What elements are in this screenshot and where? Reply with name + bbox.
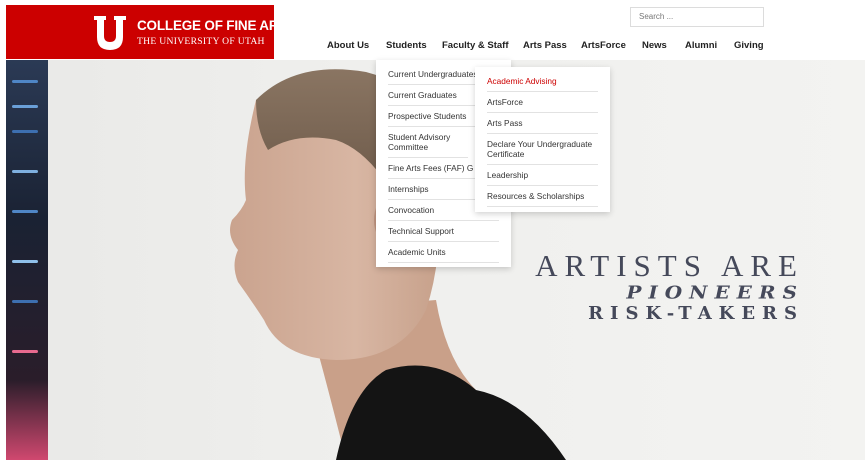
undergraduates-submenu: Academic Advising ArtsForce Arts Pass De… <box>475 67 610 212</box>
nav-arts-pass[interactable]: Arts Pass <box>523 40 567 51</box>
main-nav: About Us Students Faculty & Staff Arts P… <box>0 40 865 54</box>
submenu-item-leadership[interactable]: Leadership <box>487 165 598 186</box>
submenu-item-academic-advising[interactable]: Academic Advising <box>487 71 598 92</box>
tagline-line-2: PIONEERS <box>626 281 804 303</box>
nav-news[interactable]: News <box>642 40 667 51</box>
search-input[interactable]: Search ... <box>630 7 764 27</box>
tagline-line-3: RISK-TAKERS <box>588 303 804 324</box>
tagline-line-1: ARTISTS ARE <box>535 248 804 283</box>
hero-tagline: ARTISTS ARE PIONEERS RISK-TAKERS <box>464 248 804 325</box>
logo-title: COLLEGE OF FINE ARTS <box>137 18 296 33</box>
nav-about-us[interactable]: About Us <box>327 40 369 51</box>
nav-alumni[interactable]: Alumni <box>685 40 717 51</box>
menu-item-technical-support[interactable]: Technical Support <box>388 221 499 242</box>
nav-artsforce[interactable]: ArtsForce <box>581 40 626 51</box>
nav-giving[interactable]: Giving <box>734 40 764 51</box>
submenu-item-arts-pass[interactable]: Arts Pass <box>487 113 598 134</box>
page: COLLEGE OF FINE ARTS THE UNIVERSITY OF U… <box>0 0 865 460</box>
submenu-item-resources-scholarships[interactable]: Resources & Scholarships <box>487 186 598 207</box>
nav-students[interactable]: Students <box>386 40 427 51</box>
menu-item-student-advisory-committee[interactable]: Student Advisory Committee <box>388 127 468 158</box>
submenu-item-artsforce[interactable]: ArtsForce <box>487 92 598 113</box>
menu-item-academic-units[interactable]: Academic Units <box>388 242 499 263</box>
nav-faculty-staff[interactable]: Faculty & Staff <box>442 40 509 51</box>
submenu-item-declare-certificate[interactable]: Declare Your Undergraduate Certificate <box>487 134 598 165</box>
